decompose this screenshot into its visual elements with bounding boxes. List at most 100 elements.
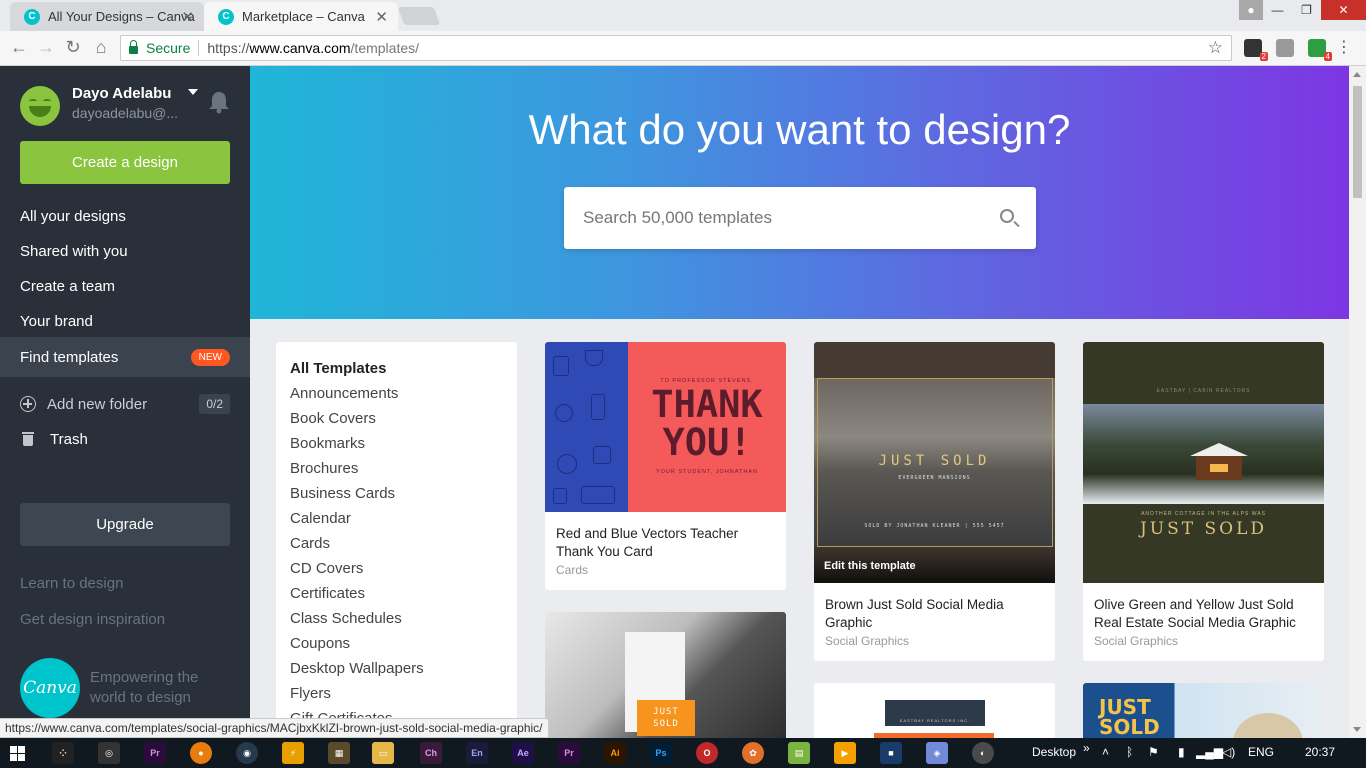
- canva-logo[interactable]: Canva: [20, 658, 80, 718]
- address-bar[interactable]: Secure https:// www.canva.com /templates…: [120, 35, 1232, 61]
- toolbar-expand-icon[interactable]: »: [1083, 741, 1090, 755]
- media-player-icon[interactable]: ▶: [834, 742, 856, 764]
- chevron-down-icon[interactable]: [188, 89, 198, 95]
- search-icon[interactable]: [1000, 209, 1014, 223]
- extension-icon[interactable]: 4: [1308, 39, 1332, 61]
- scroll-down-arrow-icon[interactable]: [1353, 727, 1361, 732]
- tab-all-your-designs[interactable]: C All Your Designs – Canva ✕: [10, 2, 204, 31]
- trash-row[interactable]: Trash: [20, 424, 230, 454]
- bell-icon[interactable]: [208, 90, 230, 114]
- blackberry-app-icon[interactable]: ⁘: [52, 742, 74, 764]
- extension-icon[interactable]: 2: [1244, 39, 1268, 61]
- file-explorer-icon[interactable]: ▭: [372, 742, 394, 764]
- category-item[interactable]: Announcements: [276, 384, 517, 409]
- reload-icon[interactable]: ↻: [62, 37, 84, 58]
- template-card[interactable]: EASTBAY | CABIN REALTORS ANOTHER COTTAGE…: [1083, 342, 1324, 661]
- template-thumbnail[interactable]: EASTBAY REALTORS INC.: [814, 683, 1055, 738]
- template-thumbnail[interactable]: JUST SOLD EVERGREEN MANSIONS SOLD BY JON…: [814, 342, 1055, 583]
- blender-icon[interactable]: ●: [190, 742, 212, 764]
- desktop-toolbar-label[interactable]: Desktop: [1032, 745, 1076, 759]
- nav-find-templates[interactable]: Find templates NEW: [0, 337, 250, 377]
- language-indicator[interactable]: ENG: [1248, 745, 1274, 759]
- premiere-icon[interactable]: Pr: [558, 742, 580, 764]
- template-title[interactable]: Brown Just Sold Social Media Graphic: [814, 583, 1055, 632]
- template-search-box[interactable]: [564, 187, 1036, 249]
- create-design-button[interactable]: Create a design: [20, 141, 230, 184]
- category-item[interactable]: Calendar: [276, 509, 517, 534]
- photoshop-icon[interactable]: Ps: [650, 742, 672, 764]
- upgrade-button[interactable]: Upgrade: [20, 503, 230, 546]
- opera-icon[interactable]: O: [696, 742, 718, 764]
- template-card[interactable]: TO PROFESSOR STEVENS, THANK YOU! YOUR ST…: [545, 342, 786, 590]
- app-icon[interactable]: ✿: [742, 742, 764, 764]
- template-card[interactable]: EASTBAY REALTORS INC.: [814, 683, 1055, 738]
- avatar[interactable]: [20, 86, 60, 126]
- close-tab-icon[interactable]: ✕: [375, 8, 388, 26]
- nav-all-your-designs[interactable]: All your designs: [0, 199, 250, 234]
- close-window-button[interactable]: ✕: [1321, 0, 1366, 20]
- extension-lock-icon[interactable]: [1276, 39, 1294, 57]
- category-item[interactable]: Bookmarks: [276, 434, 517, 459]
- edit-template-overlay[interactable]: Edit this template: [814, 547, 1055, 583]
- back-arrow-icon[interactable]: ←: [8, 37, 30, 58]
- user-name[interactable]: Dayo Adelabu: [72, 85, 171, 102]
- template-card[interactable]: JUST SOLD: [1083, 683, 1324, 738]
- category-item[interactable]: Class Schedules: [276, 609, 517, 634]
- category-item[interactable]: Flyers: [276, 684, 517, 709]
- tab-marketplace[interactable]: C Marketplace – Canva ✕: [204, 2, 398, 31]
- nav-shared-with-you[interactable]: Shared with you: [0, 234, 250, 269]
- category-item[interactable]: Book Covers: [276, 409, 517, 434]
- clock[interactable]: 20:37: [1305, 745, 1335, 759]
- template-thumbnail[interactable]: EASTBAY | CABIN REALTORS ANOTHER COTTAGE…: [1083, 342, 1324, 583]
- maximize-button[interactable]: ❐: [1292, 0, 1321, 20]
- nav-create-a-team[interactable]: Create a team: [0, 269, 250, 304]
- category-item[interactable]: Business Cards: [276, 484, 517, 509]
- scrollbar-thumb[interactable]: [1353, 86, 1362, 198]
- category-item[interactable]: Desktop Wallpapers: [276, 659, 517, 684]
- nav-your-brand[interactable]: Your brand: [0, 304, 250, 339]
- search-input[interactable]: [583, 208, 983, 228]
- close-tab-icon[interactable]: ✕: [181, 8, 194, 26]
- bluetooth-icon[interactable]: ᛒ: [1126, 745, 1133, 759]
- template-thumbnail[interactable]: JUST SOLD: [1083, 683, 1324, 738]
- app-icon[interactable]: ⚡: [282, 742, 304, 764]
- user-profile-icon[interactable]: ●: [1239, 0, 1263, 20]
- chrome-icon[interactable]: ◐: [972, 742, 994, 764]
- home-icon[interactable]: ⌂: [90, 37, 112, 58]
- battery-icon[interactable]: ▮: [1178, 745, 1185, 759]
- app-icon[interactable]: ◎: [98, 742, 120, 764]
- flag-icon[interactable]: ⚑: [1148, 745, 1159, 759]
- page-scrollbar[interactable]: [1349, 66, 1366, 738]
- design-inspiration-link[interactable]: Get design inspiration: [20, 611, 165, 628]
- browser-menu-icon[interactable]: ⋮: [1336, 37, 1352, 57]
- app-icon[interactable]: ▤: [788, 742, 810, 764]
- category-item[interactable]: Brochures: [276, 459, 517, 484]
- encoder-icon[interactable]: En: [466, 742, 488, 764]
- template-card[interactable]: JUST SOLD EVERGREEN MANSIONS SOLD BY JON…: [814, 342, 1055, 661]
- add-folder-row[interactable]: Add new folder 0/2: [20, 389, 230, 419]
- category-item[interactable]: Certificates: [276, 584, 517, 609]
- premiere-icon[interactable]: Pr: [144, 742, 166, 764]
- illustrator-icon[interactable]: Ai: [604, 742, 626, 764]
- new-tab-button[interactable]: [397, 7, 441, 25]
- template-title[interactable]: Red and Blue Vectors Teacher Thank You C…: [545, 512, 786, 561]
- app-icon[interactable]: ■: [880, 742, 902, 764]
- character-animator-icon[interactable]: Ch: [420, 742, 442, 764]
- after-effects-icon[interactable]: Ae: [512, 742, 534, 764]
- discord-icon[interactable]: ◈: [926, 742, 948, 764]
- volume-icon[interactable]: ◁): [1222, 745, 1235, 759]
- template-thumbnail[interactable]: JUST SOLD: [545, 612, 786, 738]
- scroll-up-arrow-icon[interactable]: [1353, 72, 1361, 77]
- category-item[interactable]: Coupons: [276, 634, 517, 659]
- minimize-button[interactable]: —: [1263, 0, 1292, 20]
- forward-arrow-icon[interactable]: →: [35, 37, 57, 58]
- template-thumbnail[interactable]: TO PROFESSOR STEVENS, THANK YOU! YOUR ST…: [545, 342, 786, 512]
- tray-overflow-icon[interactable]: ˄: [1102, 745, 1109, 759]
- bookmark-star-icon[interactable]: ☆: [1208, 38, 1223, 58]
- network-icon[interactable]: ▂▄▆: [1196, 745, 1223, 759]
- windows-start-icon[interactable]: [10, 746, 25, 761]
- category-all-templates[interactable]: All Templates: [276, 359, 517, 384]
- app-icon[interactable]: ▦: [328, 742, 350, 764]
- category-item[interactable]: CD Covers: [276, 559, 517, 584]
- template-title[interactable]: Olive Green and Yellow Just Sold Real Es…: [1083, 583, 1324, 632]
